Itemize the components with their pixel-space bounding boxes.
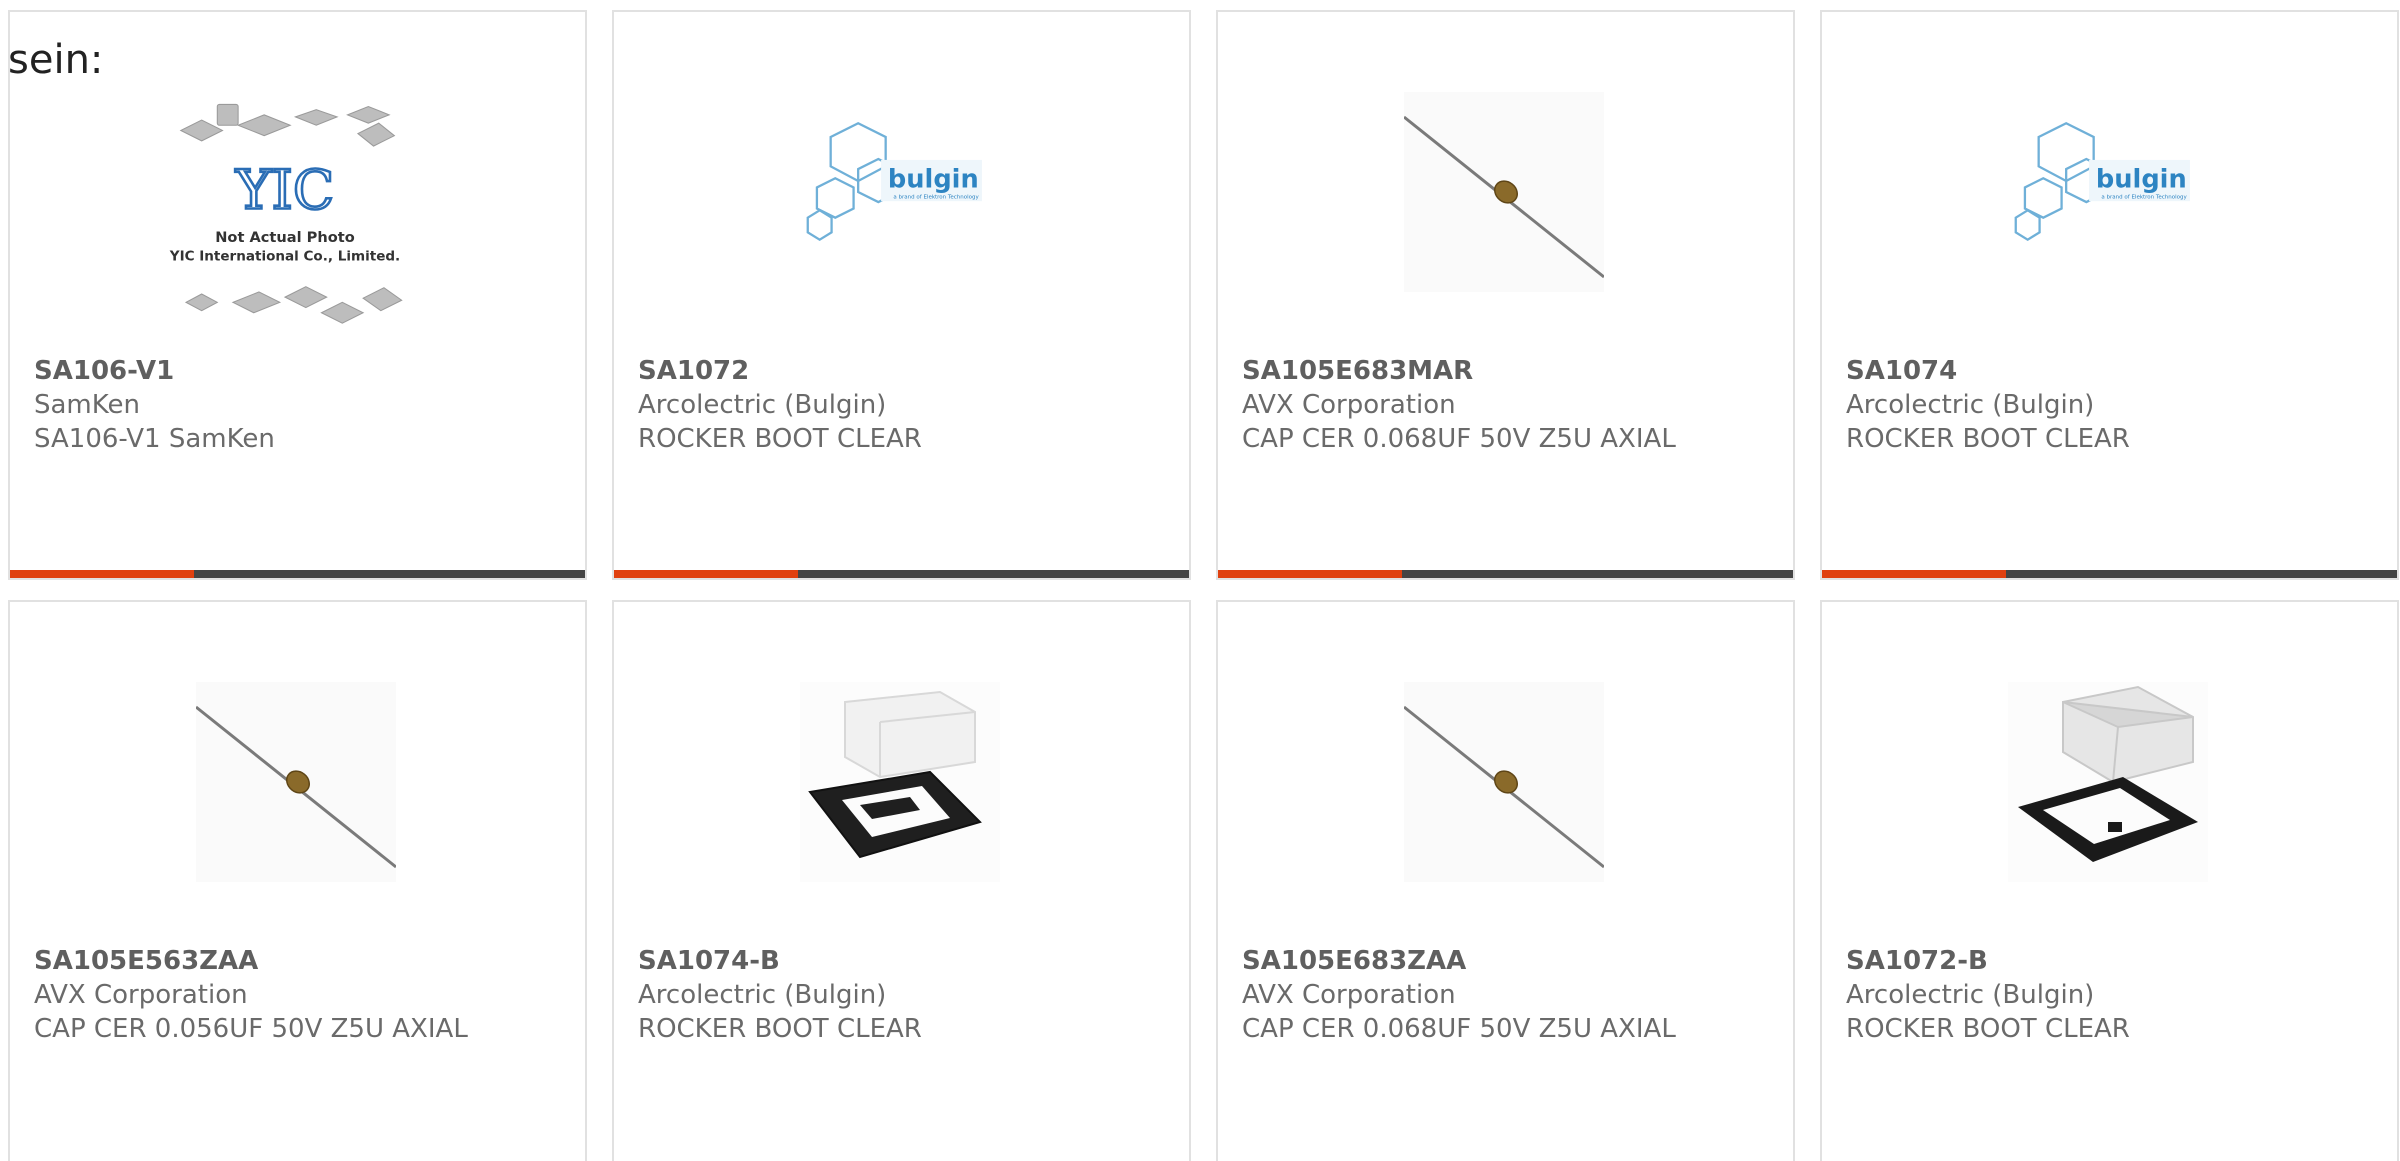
part-number[interactable]: SA105E563ZAA xyxy=(34,944,573,978)
manufacturer: AVX Corporation xyxy=(1242,980,1456,1010)
progress-fill xyxy=(1218,570,1402,578)
product-info: SA1074-B Arcolectric (Bulgin) ROCKER BOOT … xyxy=(638,944,1177,1046)
progress-bar xyxy=(614,570,1189,578)
photo-caption: bulgin xyxy=(2096,164,2187,194)
photo-caption: YIC International Co., Limited. xyxy=(169,249,400,265)
progress-bar xyxy=(1822,570,2397,578)
manufacturer: AVX Corporation xyxy=(1242,390,1456,420)
photo-caption: Not Actual Photo xyxy=(215,229,355,246)
intro-text: sein: xyxy=(8,37,104,83)
description: SA106-V1 SamKen xyxy=(34,424,275,454)
product-card[interactable]: SA105E683ZAA AVX Corporation CAP CER 0.068… xyxy=(1216,600,1795,1161)
product-thumbnail[interactable] xyxy=(1403,92,1605,292)
part-number[interactable]: SA106-V1 xyxy=(34,354,573,388)
product-thumbnail[interactable]: YIC Not Actual Photo YIC International C… xyxy=(160,94,403,324)
product-image: YIC Not Actual Photo YIC International C… xyxy=(169,103,403,324)
product-image xyxy=(800,682,1000,882)
product-info: SA1074 Arcolectric (Bulgin) ROCKER BOOT CL… xyxy=(1846,354,2385,456)
product-card[interactable]: YIC Not Actual Photo YIC International C… xyxy=(8,10,587,580)
description: CAP CER 0.056UF 50V Z5U AXIAL xyxy=(34,1014,468,1044)
product-thumbnail[interactable]: bulgin a brand of Elektron Technology xyxy=(794,92,994,292)
product-info: SA105E683ZAA AVX Corporation CAP CER 0.068… xyxy=(1242,944,1781,1046)
part-number[interactable]: SA1072-B xyxy=(1846,944,2385,978)
manufacturer: Arcolectric (Bulgin) xyxy=(638,390,887,420)
product-card[interactable]: SA105E563ZAA AVX Corporation CAP CER 0.056… xyxy=(8,600,587,1161)
description: CAP CER 0.068UF 50V Z5U AXIAL xyxy=(1242,1014,1676,1044)
product-thumbnail[interactable] xyxy=(800,682,1000,882)
progress-fill xyxy=(10,570,194,578)
product-card[interactable]: bulgin a brand of Elektron Technology SA… xyxy=(612,10,1191,580)
product-image: bulgin a brand of Elektron Technology xyxy=(2014,121,2190,242)
product-info: SA1072-B Arcolectric (Bulgin) ROCKER BOOT … xyxy=(1846,944,2385,1046)
product-card[interactable]: SA105E683MAR AVX Corporation CAP CER 0.068… xyxy=(1216,10,1795,580)
product-thumbnail[interactable] xyxy=(2008,682,2208,882)
product-image xyxy=(195,682,397,882)
description: ROCKER BOOT CLEAR xyxy=(638,424,922,454)
part-number[interactable]: SA1074 xyxy=(1846,354,2385,388)
product-thumbnail[interactable] xyxy=(1403,682,1605,882)
product-thumbnail[interactable]: bulgin a brand of Elektron Technology xyxy=(2002,92,2202,292)
product-image xyxy=(1403,682,1605,882)
progress-bar xyxy=(10,570,585,578)
description: ROCKER BOOT CLEAR xyxy=(1846,424,2130,454)
product-image xyxy=(1403,92,1605,292)
manufacturer: Arcolectric (Bulgin) xyxy=(1846,980,2095,1010)
photo-caption: bulgin xyxy=(888,164,979,194)
description: CAP CER 0.068UF 50V Z5U AXIAL xyxy=(1242,424,1676,454)
product-info: SA106-V1 SamKen SA106-V1 SamKen xyxy=(34,354,573,456)
part-number[interactable]: SA105E683MAR xyxy=(1242,354,1781,388)
photo-caption: a brand of Elektron Technology xyxy=(2101,194,2187,200)
description: ROCKER BOOT CLEAR xyxy=(1846,1014,2130,1044)
product-info: SA105E683MAR AVX Corporation CAP CER 0.068… xyxy=(1242,354,1781,456)
product-card[interactable]: SA1072-B Arcolectric (Bulgin) ROCKER BOOT … xyxy=(1820,600,2399,1161)
product-image: bulgin a brand of Elektron Technology xyxy=(806,121,982,242)
progress-fill xyxy=(614,570,798,578)
product-image xyxy=(2008,682,2208,882)
manufacturer: SamKen xyxy=(34,390,140,420)
manufacturer: Arcolectric (Bulgin) xyxy=(638,980,887,1010)
photo-caption: a brand of Elektron Technology xyxy=(893,194,979,200)
manufacturer: AVX Corporation xyxy=(34,980,248,1010)
product-info: SA1072 Arcolectric (Bulgin) ROCKER BOOT CL… xyxy=(638,354,1177,456)
product-grid-page: sein: YIC Not Actual Photo YIC Internati… xyxy=(0,0,2400,1161)
product-thumbnail[interactable] xyxy=(195,682,397,882)
progress-bar xyxy=(1218,570,1793,578)
product-info: SA105E563ZAA AVX Corporation CAP CER 0.056… xyxy=(34,944,573,1046)
product-card[interactable]: SA1074-B Arcolectric (Bulgin) ROCKER BOOT … xyxy=(612,600,1191,1161)
part-number[interactable]: SA1074-B xyxy=(638,944,1177,978)
description: ROCKER BOOT CLEAR xyxy=(638,1014,922,1044)
product-card[interactable]: bulgin a brand of Elektron Technology SA… xyxy=(1820,10,2399,580)
part-number[interactable]: SA105E683ZAA xyxy=(1242,944,1781,978)
manufacturer: Arcolectric (Bulgin) xyxy=(1846,390,2095,420)
progress-fill xyxy=(1822,570,2006,578)
part-number[interactable]: SA1072 xyxy=(638,354,1177,388)
svg-text:YIC: YIC xyxy=(235,159,335,222)
